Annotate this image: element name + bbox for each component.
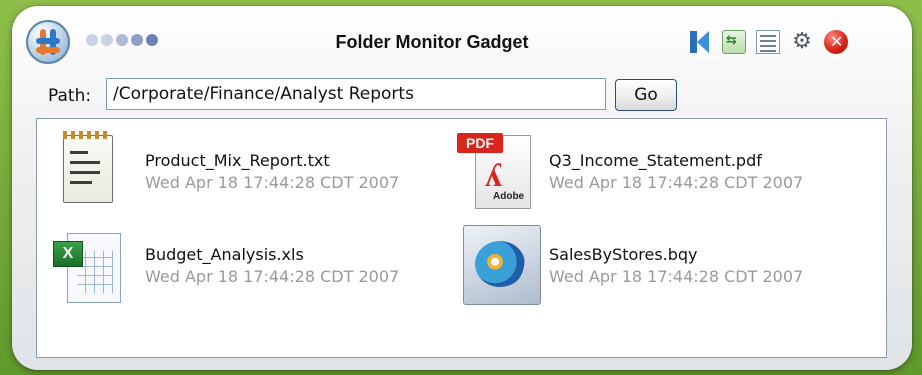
bqy-file-icon xyxy=(457,221,541,305)
excel-file-icon: X xyxy=(51,225,121,305)
file-item[interactable]: X Budget_Analysis.xls Wed Apr 18 17:44:2… xyxy=(37,219,457,329)
file-date: Wed Apr 18 17:44:28 CDT 2007 xyxy=(145,267,400,286)
file-name: Product_Mix_Report.txt xyxy=(145,151,330,170)
refresh-icon[interactable]: ⇆ xyxy=(722,30,746,54)
file-name: SalesByStores.bqy xyxy=(549,245,698,264)
go-button[interactable]: Go xyxy=(615,79,677,111)
app-logo-icon xyxy=(26,20,70,64)
list-view-icon[interactable] xyxy=(756,30,780,54)
folder-monitor-gadget: Folder Monitor Gadget ⇆ ⚙ ✕ Path: /Corpo… xyxy=(12,6,912,370)
file-date: Wed Apr 18 17:44:28 CDT 2007 xyxy=(549,173,804,192)
k-logo-icon[interactable] xyxy=(688,30,712,54)
file-item[interactable]: Product_Mix_Report.txt Wed Apr 18 17:44:… xyxy=(37,119,457,229)
file-list-panel: Product_Mix_Report.txt Wed Apr 18 17:44:… xyxy=(36,118,887,358)
path-label: Path: xyxy=(48,86,92,106)
toolbar: ⇆ ⚙ ✕ xyxy=(688,30,848,54)
text-file-icon xyxy=(53,129,123,209)
file-item[interactable]: SalesByStores.bqy Wed Apr 18 17:44:28 CD… xyxy=(457,219,877,329)
file-name: Budget_Analysis.xls xyxy=(145,245,304,264)
page-dots-indicator[interactable] xyxy=(86,34,158,48)
settings-gear-icon[interactable]: ⚙ xyxy=(790,30,814,54)
file-date: Wed Apr 18 17:44:28 CDT 2007 xyxy=(549,267,804,286)
pdf-badge: PDF xyxy=(457,133,503,153)
close-icon[interactable]: ✕ xyxy=(824,30,848,54)
gadget-title: Folder Monitor Gadget xyxy=(335,32,529,52)
pdf-file-icon: PDF ʎ Adobe xyxy=(457,129,531,209)
title-bar[interactable]: Folder Monitor Gadget ⇆ ⚙ ✕ xyxy=(12,6,912,72)
adobe-label: Adobe xyxy=(493,191,525,202)
file-date: Wed Apr 18 17:44:28 CDT 2007 xyxy=(145,173,400,192)
file-name: Q3_Income_Statement.pdf xyxy=(549,151,762,170)
file-item[interactable]: PDF ʎ Adobe Q3_Income_Statement.pdf Wed … xyxy=(457,119,877,229)
path-input[interactable]: /Corporate/Finance/Analyst Reports xyxy=(106,78,606,110)
